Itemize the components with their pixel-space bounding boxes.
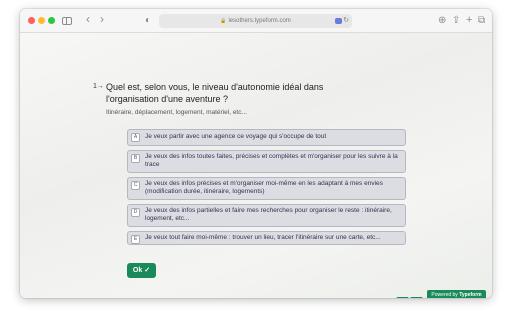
browser-window: ‹ › ◐ 🔒 lesothers.typeform.com ↻ ⊕ ⇪ + ⧉ … [20,9,492,298]
maximize-window-icon[interactable] [48,17,55,24]
browser-toolbar: ‹ › ◐ 🔒 lesothers.typeform.com ↻ ⊕ ⇪ + ⧉ [20,9,492,33]
typeform-page: 1→ Quel est, selon vous, le niveau d'aut… [20,33,492,298]
choice-label: Je veux partir avec une agence ce voyage… [145,133,327,140]
reload-icon[interactable]: ↻ [343,14,349,28]
extension-icon[interactable] [335,18,342,24]
previous-question-button[interactable]: ▲ [396,297,409,298]
choice-a[interactable]: A Je veux partir avec une agence ce voya… [127,129,406,146]
question-title: Quel est, selon vous, le niveau d'autono… [106,82,324,104]
forward-icon[interactable]: › [100,12,104,26]
url-text: lesothers.typeform.com [228,18,291,24]
choice-b[interactable]: B Je veux des infos toutes faites, préci… [127,149,406,173]
question-description: Itinéraire, déplacement, logement, matér… [106,109,247,116]
address-bar[interactable]: 🔒 lesothers.typeform.com ↻ [159,14,352,28]
choice-key: C [131,180,140,190]
choice-label: Je veux tout faire moi-même : trouver un… [145,233,381,241]
choice-c[interactable]: C Je veux des infos précises et m'organi… [127,176,406,200]
minimize-window-icon[interactable] [38,17,45,24]
choices-list: A Je veux partir avec une agence ce voya… [127,129,406,249]
ok-button[interactable]: Ok ✓ [127,263,156,278]
choice-key: B [131,153,140,163]
navigation-buttons: ▲▼ [396,290,424,298]
back-icon[interactable]: ‹ [86,12,90,26]
lock-icon: 🔒 [220,18,227,24]
new-tab-icon[interactable]: + [466,13,472,27]
next-question-button[interactable]: ▼ [410,297,423,298]
powered-by-prefix: Powered by [431,292,460,298]
tabs-overview-icon[interactable]: ⧉ [478,14,485,28]
close-window-icon[interactable] [28,17,35,24]
share-icon[interactable]: ⇪ [452,14,460,28]
choice-label: Je veux des infos partielles et faire me… [145,206,392,223]
choice-label: Je veux des infos précises et m'organise… [145,179,383,196]
choice-d[interactable]: D Je veux des infos partielles et faire … [127,203,406,227]
question-block: 1→ Quel est, selon vous, le niveau d'aut… [93,81,376,116]
choice-label: Je veux des infos toutes faites, précise… [145,152,398,169]
sidebar-toggle-icon[interactable] [62,17,72,25]
powered-by-brand: Typeform [459,292,482,298]
choice-key: D [131,207,140,217]
choice-key: A [131,133,140,142]
choice-e[interactable]: E Je veux tout faire moi-même : trouver … [127,230,406,245]
download-icon[interactable]: ⊕ [438,14,446,28]
powered-by-typeform-badge[interactable]: Powered by Typeform [427,290,486,298]
privacy-shield-icon[interactable]: ◐ [145,14,151,28]
question-number: 1→ [93,83,104,90]
choice-key: E [131,234,140,244]
